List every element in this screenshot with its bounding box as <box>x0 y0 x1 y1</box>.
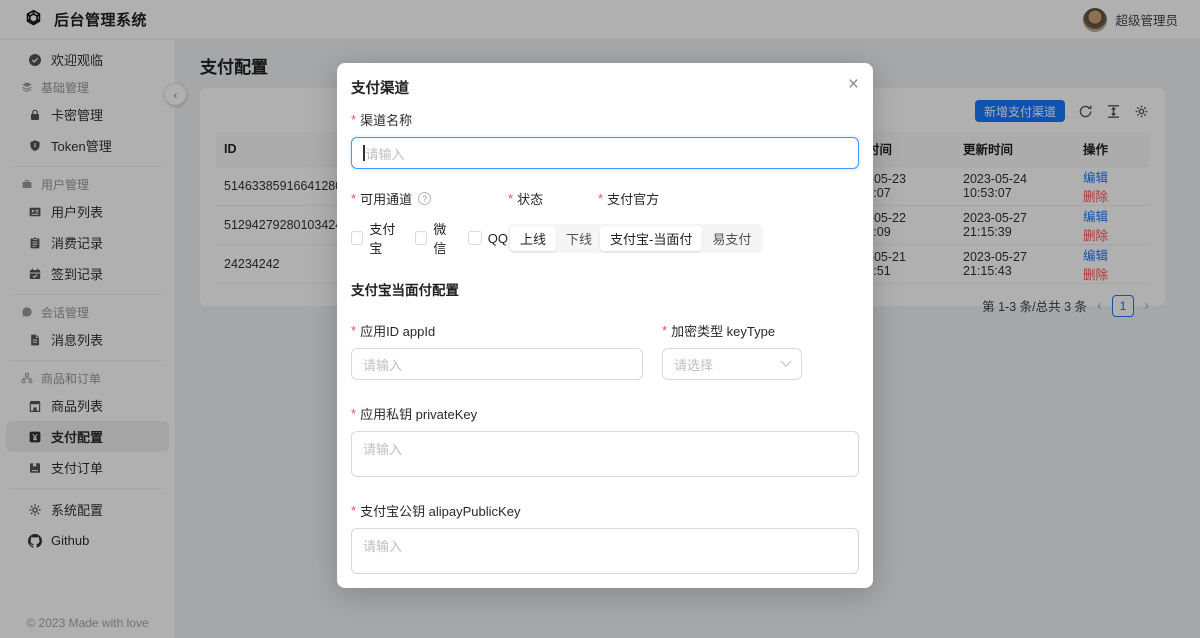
channel-checkbox-group: 支付宝 微信 QQ <box>351 219 508 257</box>
question-circle-icon[interactable]: ? <box>418 192 431 205</box>
channels-label: *可用通道 ? <box>351 189 508 208</box>
channel-name-label: *渠道名称 <box>351 110 859 129</box>
key-type-select[interactable]: 请选择 <box>662 348 802 380</box>
checkbox-box[interactable] <box>415 231 427 245</box>
channel-name-input[interactable]: 请输入 <box>351 137 859 169</box>
status-option-online[interactable]: 上线 <box>510 226 556 251</box>
app-id-input[interactable]: 请输入 <box>351 348 643 380</box>
provider-label: *支付官方 <box>598 189 859 208</box>
provider-segmented: 支付宝-当面付 易支付 <box>598 224 763 253</box>
controls-row: 支付宝 微信 QQ 上线 下线 支付宝-当面付 易支付 <box>351 219 859 257</box>
chevron-down-icon <box>780 356 791 367</box>
private-key-textarea[interactable]: 请输入 <box>351 431 859 477</box>
status-label: *状态 <box>508 189 598 208</box>
checkbox-box[interactable] <box>468 231 482 245</box>
checkbox-alipay[interactable]: 支付宝 <box>351 219 403 257</box>
checkbox-wechat[interactable]: 微信 <box>415 219 456 257</box>
payment-channel-modal: 支付渠道 × *渠道名称 请输入 *可用通道 ? *状态 *支付官方 支付宝 微… <box>337 63 873 588</box>
checkbox-qq[interactable]: QQ <box>468 231 508 246</box>
close-icon[interactable]: × <box>848 75 859 94</box>
status-option-offline[interactable]: 下线 <box>556 226 602 251</box>
app-id-label: *应用ID appId <box>351 321 662 340</box>
alipay-public-key-label: *支付宝公钥 alipayPublicKey <box>351 501 859 520</box>
key-type-label: *加密类型 keyType <box>662 321 859 340</box>
modal-title: 支付渠道 <box>351 77 859 98</box>
checkbox-box[interactable] <box>351 231 363 245</box>
text-caret <box>363 145 365 161</box>
provider-option-alipay-f2f[interactable]: 支付宝-当面付 <box>600 226 702 251</box>
status-segmented: 上线 下线 <box>508 224 604 253</box>
alipay-public-key-textarea[interactable]: 请输入 <box>351 528 859 574</box>
provider-option-yipay[interactable]: 易支付 <box>702 226 761 251</box>
alipay-config-section-title: 支付宝当面付配置 <box>351 279 859 299</box>
private-key-label: *应用私钥 privateKey <box>351 404 859 423</box>
appid-keytype-row: *应用ID appId 请输入 *加密类型 keyType 请选择 <box>351 321 859 380</box>
labels-row: *可用通道 ? *状态 *支付官方 <box>351 189 859 208</box>
